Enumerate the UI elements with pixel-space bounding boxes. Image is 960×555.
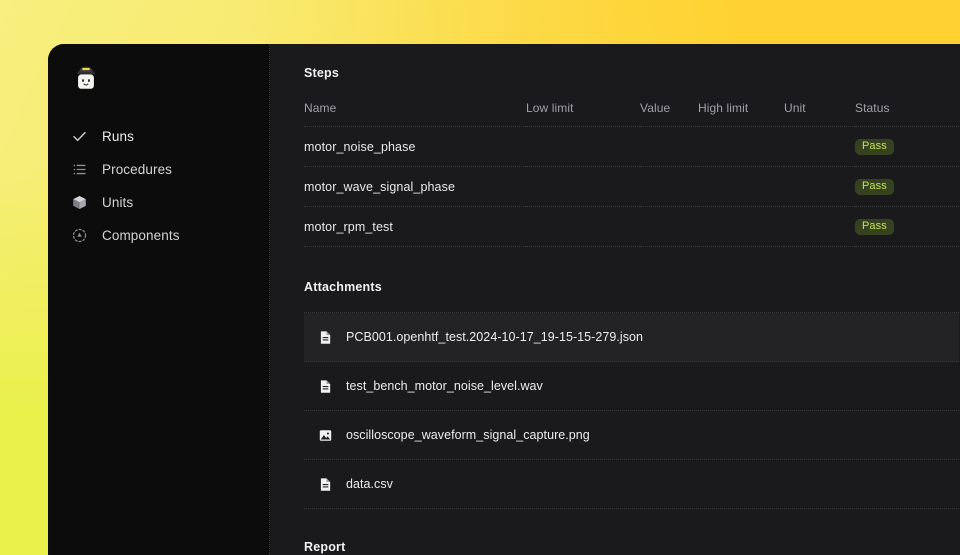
cell-value <box>640 207 698 247</box>
cell-name: motor_rpm_test <box>304 219 393 234</box>
cell-unit <box>784 207 855 247</box>
report-section-title: Report <box>304 540 346 554</box>
list-item[interactable]: PCB001.openhtf_test.2024-10-17_19-15-15-… <box>304 313 959 362</box>
main-content: Steps Name Low limit Value High limit Un… <box>270 44 960 555</box>
screen: Runs Procedures Units Components Steps N… <box>0 0 960 555</box>
table-row[interactable]: motor_noise_phase Pass <box>304 127 959 167</box>
file-icon <box>318 477 333 492</box>
sidebar-nav: Runs Procedures Units Components <box>48 120 269 252</box>
steps-section-title: Steps <box>304 66 340 80</box>
column-header-high-limit[interactable]: High limit <box>698 101 784 127</box>
cell-high-limit <box>698 127 784 167</box>
cell-low-limit <box>526 167 640 207</box>
app-logo[interactable] <box>48 58 269 112</box>
attachment-name: data.csv <box>346 477 393 491</box>
column-header-value[interactable]: Value <box>640 101 698 127</box>
steps-table-body: motor_noise_phase Pass motor_wave_signal… <box>304 127 959 247</box>
cell-name: motor_noise_phase <box>304 139 416 154</box>
attachment-name: PCB001.openhtf_test.2024-10-17_19-15-15-… <box>346 330 644 344</box>
components-icon <box>71 227 88 244</box>
list-item[interactable]: data.csv <box>304 460 959 509</box>
cell-unit <box>784 167 855 207</box>
app-window: Runs Procedures Units Components Steps N… <box>48 44 960 555</box>
file-icon <box>318 330 333 345</box>
attachment-name: oscilloscope_waveform_signal_capture.png <box>346 428 590 442</box>
cell-unit <box>784 127 855 167</box>
cell-high-limit <box>698 167 784 207</box>
file-icon <box>318 379 333 394</box>
cell-status: Pass <box>855 127 959 167</box>
steps-table-head: Name Low limit Value High limit Unit Sta… <box>304 101 959 127</box>
cell-low-limit <box>526 207 640 247</box>
list-icon <box>71 161 88 178</box>
list-item[interactable]: test_bench_motor_noise_level.wav <box>304 362 959 411</box>
robot-conductor-logo-icon <box>71 64 101 94</box>
list-item[interactable]: oscilloscope_waveform_signal_capture.png <box>304 411 959 460</box>
cell-status: Pass <box>855 207 959 247</box>
column-header-unit[interactable]: Unit <box>784 101 855 127</box>
sidebar-item-units[interactable]: Units <box>48 186 269 219</box>
status-badge: Pass <box>855 139 894 155</box>
status-badge: Pass <box>855 219 894 235</box>
attachments-section-title: Attachments <box>304 280 382 294</box>
sidebar-item-label: Runs <box>102 129 134 144</box>
sidebar: Runs Procedures Units Components <box>48 44 270 555</box>
table-header-row: Name Low limit Value High limit Unit Sta… <box>304 101 959 127</box>
cell-value <box>640 127 698 167</box>
column-header-status[interactable]: Status <box>855 101 959 127</box>
status-badge: Pass <box>855 179 894 195</box>
cell-status: Pass <box>855 167 959 207</box>
check-icon <box>71 128 88 145</box>
sidebar-item-label: Units <box>102 195 134 210</box>
cell-high-limit <box>698 207 784 247</box>
table-row[interactable]: motor_wave_signal_phase Pass <box>304 167 959 207</box>
cube-icon <box>71 194 88 211</box>
sidebar-item-runs[interactable]: Runs <box>48 120 269 153</box>
column-header-name[interactable]: Name <box>304 101 526 127</box>
attachments-list: PCB001.openhtf_test.2024-10-17_19-15-15-… <box>304 312 959 509</box>
column-header-low-limit[interactable]: Low limit <box>526 101 640 127</box>
steps-table: Name Low limit Value High limit Unit Sta… <box>304 101 959 247</box>
sidebar-item-label: Procedures <box>102 162 173 177</box>
cell-low-limit <box>526 127 640 167</box>
sidebar-item-label: Components <box>102 228 180 243</box>
table-row[interactable]: motor_rpm_test Pass <box>304 207 959 247</box>
sidebar-item-procedures[interactable]: Procedures <box>48 153 269 186</box>
image-icon <box>318 428 333 443</box>
cell-value <box>640 167 698 207</box>
cell-name: motor_wave_signal_phase <box>304 179 456 194</box>
sidebar-item-components[interactable]: Components <box>48 219 269 252</box>
attachment-name: test_bench_motor_noise_level.wav <box>346 379 543 393</box>
